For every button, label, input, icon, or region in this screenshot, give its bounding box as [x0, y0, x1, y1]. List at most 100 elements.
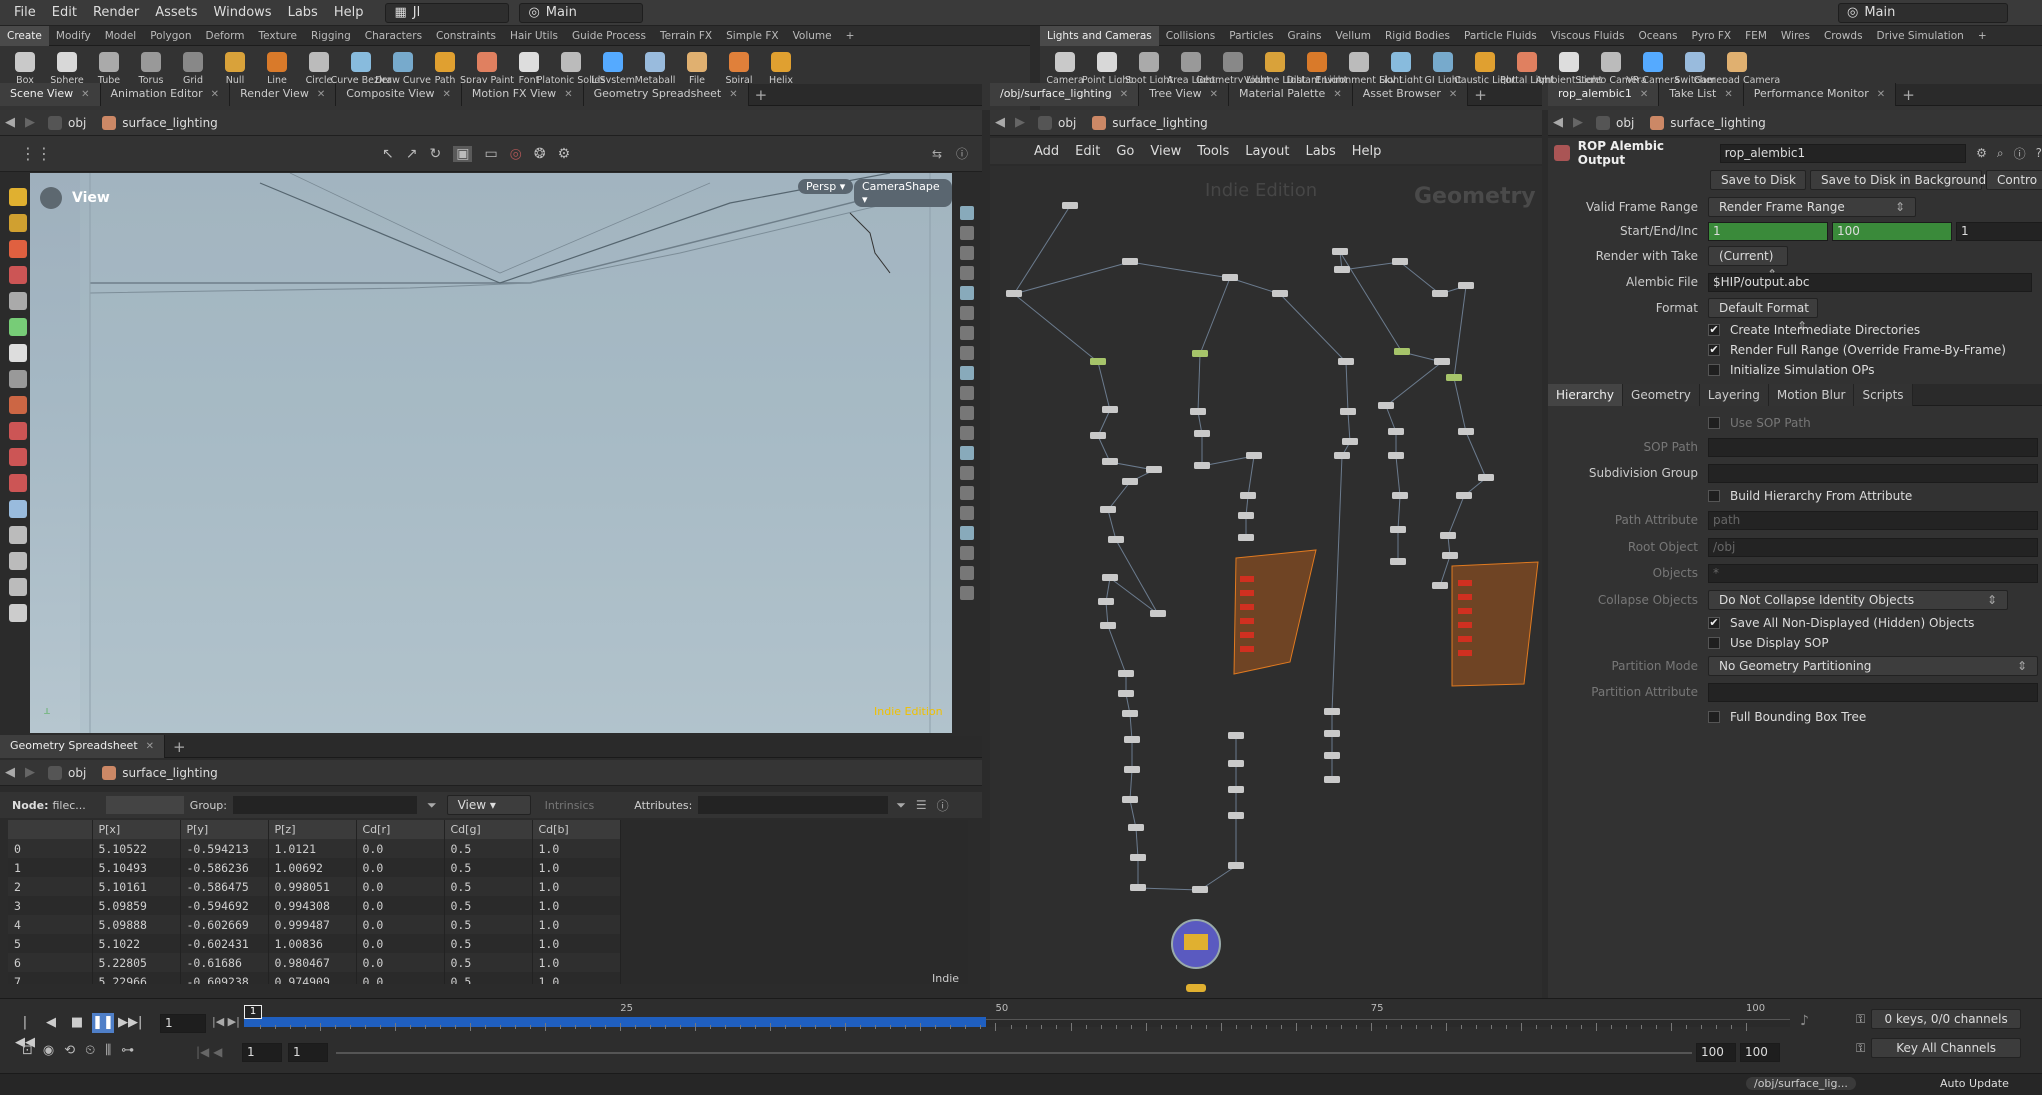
shelf-tab-collisions[interactable]: Collisions [1159, 26, 1222, 46]
network-node[interactable] [1246, 452, 1262, 459]
close-tab-icon[interactable]: ✕ [564, 89, 572, 100]
network-node[interactable] [1458, 580, 1472, 586]
shelf-tab-oceans[interactable]: Oceans [1631, 26, 1684, 46]
shelf-tab-deform[interactable]: Deform [198, 26, 251, 46]
network-node[interactable] [1440, 532, 1456, 539]
network-node[interactable] [1240, 590, 1254, 596]
tab-render-view[interactable]: Render View ✕ [230, 83, 337, 106]
table-row[interactable]: 0 5.10522 -0.594213 1.0121 0.0 0.5 1.0 [8, 839, 621, 858]
network-node[interactable] [1240, 576, 1254, 582]
network-node[interactable] [1458, 650, 1472, 656]
network-node[interactable] [1122, 796, 1138, 803]
close-tab-icon[interactable]: ✕ [443, 89, 451, 100]
collapse-objects-dropdown[interactable]: Do Not Collapse Identity Objects ⇕ [1708, 590, 2008, 610]
shelf-tab-create[interactable]: Create [0, 25, 49, 46]
key-all-channels-button[interactable]: Key All Channels [1871, 1038, 2022, 1058]
back-icon[interactable]: ◀ [0, 763, 20, 783]
network-node[interactable] [1392, 258, 1408, 265]
network-menu-help[interactable]: Help [1344, 144, 1390, 159]
network-node[interactable] [1390, 526, 1406, 533]
shelf-tab-vellum[interactable]: Vellum [1328, 26, 1378, 46]
subtab-geometry[interactable]: Geometry [1623, 383, 1700, 406]
menu-render[interactable]: Render [85, 0, 147, 26]
table-row[interactable]: 7 5.22966 -0.609238 0.974909 0.0 0.5 1.0 [8, 972, 621, 984]
persp-menu[interactable]: Persp ▾ [798, 179, 854, 194]
column-header[interactable] [8, 820, 93, 839]
display-option-icon[interactable] [960, 286, 974, 300]
key-icon[interactable]: ⚿ [1856, 1012, 1865, 1027]
sop-path-field[interactable]: SOP Path [1708, 437, 2038, 457]
network-node[interactable] [1334, 452, 1350, 459]
path-obj[interactable]: obj [1030, 112, 1084, 134]
shelf-tab-simple-fx[interactable]: Simple FX [719, 26, 785, 46]
tool-strip-icon[interactable] [9, 474, 27, 492]
network-node[interactable] [1342, 438, 1358, 445]
shelf-tab-drive-simulation[interactable]: Drive Simulation [1870, 26, 1971, 46]
table-row[interactable]: 4 5.09888 -0.602669 0.999487 0.0 0.5 1.0 [8, 915, 621, 934]
network-node[interactable] [1130, 854, 1146, 861]
network-node[interactable] [1102, 458, 1118, 465]
network-node[interactable] [1238, 512, 1254, 519]
table-row[interactable]: 5 5.1022 -0.602431 1.00836 0.0 0.5 1.0 [8, 934, 621, 953]
tool-strip-icon[interactable] [9, 292, 27, 310]
close-tab-icon[interactable]: ✕ [1877, 89, 1885, 100]
display-option-icon[interactable] [960, 366, 974, 380]
network-node[interactable] [1432, 582, 1448, 589]
network-node[interactable] [1272, 290, 1288, 297]
save-to-disk-button[interactable]: Save to Disk [1710, 170, 1806, 190]
network-node[interactable] [1388, 452, 1404, 459]
display-option-icon[interactable] [960, 506, 974, 520]
network-node[interactable] [1108, 536, 1124, 543]
scene-viewport[interactable]: View Persp ▾ CameraShape ▾ Indie Edition… [30, 173, 952, 733]
network-node[interactable] [1102, 574, 1118, 581]
network-node[interactable] [1458, 636, 1472, 642]
network-node[interactable] [1190, 408, 1206, 415]
current-frame-field[interactable]: 1 [160, 1014, 206, 1033]
menu-help[interactable]: Help [326, 0, 372, 26]
shelf-tab-rigging[interactable]: Rigging [304, 26, 358, 46]
use-display-sop-checkbox[interactable] [1708, 637, 1720, 649]
camera-lock-icon[interactable]: ▣ [453, 145, 473, 162]
partition-mode-dropdown[interactable]: No Geometry Partitioning ⇕ [1708, 656, 2038, 676]
tab-motion-fx-view[interactable]: Motion FX View ✕ [461, 83, 584, 106]
shelf-tab-grains[interactable]: Grains [1281, 26, 1329, 46]
add-shelf-icon[interactable]: + [839, 26, 862, 46]
shelf-tab-terrain-fx[interactable]: Terrain FX [653, 26, 719, 46]
tab-rop-alembic1[interactable]: rop_alembic1 ✕ [1548, 83, 1660, 106]
jump-start-icon[interactable]: |◀◀ [14, 1013, 36, 1050]
list-icon[interactable]: ☰ [916, 798, 927, 812]
menu-assets[interactable]: Assets [147, 0, 205, 26]
keys-channels-button[interactable]: 0 keys, 0/0 channels [1871, 1009, 2022, 1029]
menu-file[interactable]: File [6, 0, 44, 26]
playhead[interactable]: 1 [244, 1005, 262, 1019]
tool-strip-icon[interactable] [9, 526, 27, 544]
partition-attribute-field[interactable]: Partition Attribute [1708, 682, 2038, 702]
subtab-layering[interactable]: Layering [1699, 383, 1769, 406]
shelf-tab-particles[interactable]: Particles [1222, 26, 1280, 46]
display-option-icon[interactable] [960, 586, 974, 600]
network-node[interactable] [1478, 474, 1494, 481]
network-menu-labs[interactable]: Labs [1297, 144, 1343, 159]
rop-alembic-node[interactable] [1186, 984, 1206, 992]
audio-icon[interactable]: ♪ [1800, 1013, 1809, 1029]
display-option-icon[interactable] [960, 226, 974, 240]
menu-windows[interactable]: Windows [206, 0, 280, 26]
column-header[interactable]: P[x] [92, 820, 181, 839]
display-option-icon[interactable] [960, 386, 974, 400]
network-menu-edit[interactable]: Edit [1067, 144, 1108, 159]
path-surface-lighting[interactable]: surface_lighting [1642, 112, 1774, 134]
search-icon[interactable]: ⌕ [1997, 146, 2004, 161]
shelf-tab-modify[interactable]: Modify [49, 26, 98, 46]
network-node[interactable] [1146, 466, 1162, 473]
forward-icon[interactable]: ▶ [1568, 113, 1588, 133]
close-tab-icon[interactable]: ✕ [317, 89, 325, 100]
status-path[interactable]: /obj/surface_lig... [1746, 1077, 1856, 1090]
tab-performance-monitor[interactable]: Performance Monitor ✕ [1743, 83, 1897, 106]
tool-strip-icon[interactable] [9, 214, 27, 232]
network-node[interactable] [1150, 610, 1166, 617]
display-option-icon[interactable] [960, 426, 974, 440]
network-node[interactable] [1194, 430, 1210, 437]
table-row[interactable]: 3 5.09859 -0.594692 0.994308 0.0 0.5 1.0 [8, 896, 621, 915]
network-node[interactable] [1122, 478, 1138, 485]
network-node[interactable] [1390, 558, 1406, 565]
